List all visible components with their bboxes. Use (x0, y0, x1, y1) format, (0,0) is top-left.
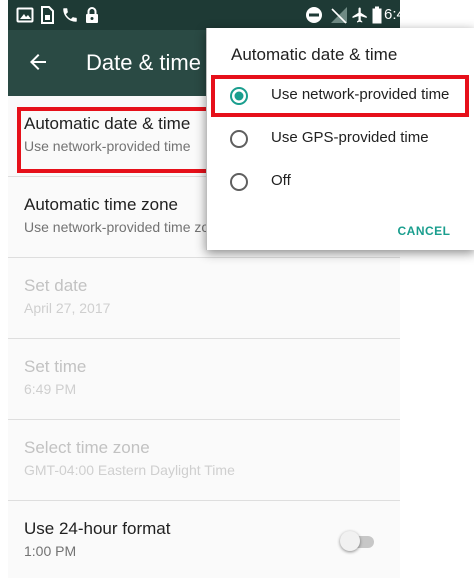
setting-subtitle: Use network-provided time zone (24, 219, 225, 235)
radio-unselected-icon[interactable] (229, 129, 249, 149)
setting-use-24-hour-format[interactable]: Use 24-hour format 1:00 PM (8, 501, 400, 578)
setting-select-time-zone: Select time zone GMT-04:00 Eastern Dayli… (8, 420, 400, 501)
setting-set-date: Set date April 27, 2017 (8, 258, 400, 339)
option-use-gps-time[interactable]: Use GPS-provided time (207, 119, 474, 159)
no-signal-icon (331, 7, 347, 24)
setting-subtitle: 6:49 PM (24, 381, 77, 397)
arrow-back-icon[interactable] (26, 50, 50, 74)
automatic-date-time-dialog: Automatic date & time Use network-provid… (206, 28, 474, 250)
setting-title: Automatic time zone (24, 195, 179, 214)
option-off[interactable]: Off (207, 162, 474, 202)
image-icon (16, 7, 34, 23)
dialog-title: Automatic date & time (231, 45, 398, 64)
cancel-button[interactable]: CANCEL (384, 219, 464, 243)
lock-icon (86, 7, 98, 23)
setting-title: Automatic date & time (24, 114, 191, 133)
phone-icon (63, 8, 77, 22)
battery-icon (372, 6, 382, 24)
screen: 6:49 Date & time Automatic date & time U… (0, 0, 474, 578)
do-not-disturb-icon (306, 7, 322, 23)
radio-unselected-icon[interactable] (229, 172, 249, 192)
status-bar: 6:49 (8, 0, 400, 30)
option-label: Use GPS-provided time (271, 129, 429, 146)
sim-card-icon (41, 6, 54, 24)
option-label: Off (271, 172, 291, 189)
setting-title: Set time (24, 357, 87, 376)
setting-subtitle: 1:00 PM (24, 543, 77, 559)
setting-title: Use 24-hour format (24, 519, 171, 538)
setting-title: Set date (24, 276, 88, 295)
page-title: Date & time (86, 50, 201, 75)
radio-selected-icon[interactable] (229, 86, 249, 106)
toggle-thumb (340, 531, 360, 551)
airplane-mode-icon (352, 7, 367, 23)
setting-title: Select time zone (24, 438, 150, 457)
option-label: Use network-provided time (271, 86, 450, 103)
setting-subtitle: GMT-04:00 Eastern Daylight Time (24, 462, 235, 478)
24-hour-toggle[interactable] (340, 531, 376, 551)
setting-subtitle: April 27, 2017 (24, 300, 111, 316)
status-time: 6:49 (384, 6, 400, 23)
option-use-network-time[interactable]: Use network-provided time (207, 76, 474, 116)
setting-set-time: Set time 6:49 PM (8, 339, 400, 420)
setting-subtitle: Use network-provided time (24, 138, 191, 154)
